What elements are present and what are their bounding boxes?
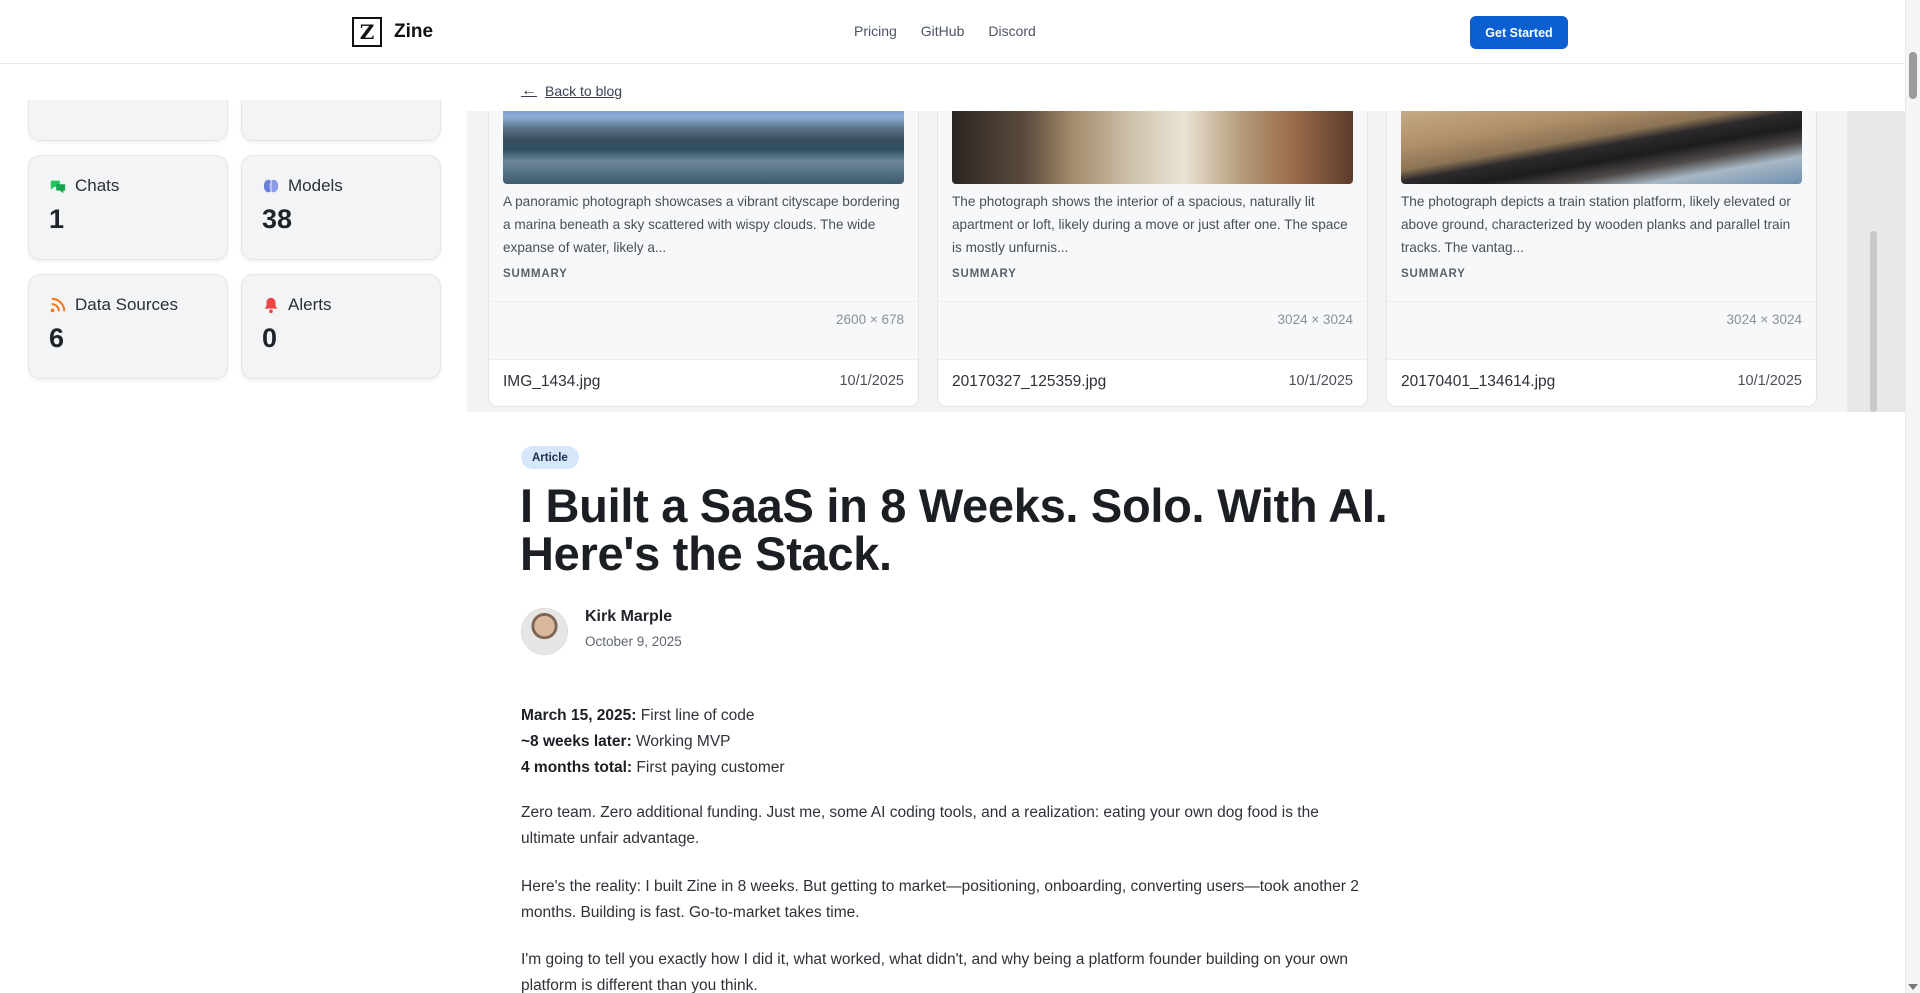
brand-name: Zine [394,21,434,42]
photo-thumbnail [1401,111,1802,184]
page-scrollbar[interactable] [1905,0,1920,993]
stat-widget-data-sources: Data Sources 6 [28,274,228,379]
chat-icon [50,180,66,194]
rss-icon [50,297,66,313]
gallery-card: A panoramic photograph showcases a vibra… [488,111,919,407]
photo-description: A panoramic photograph showcases a vibra… [503,194,900,255]
summary-label: SUMMARY [1401,268,1466,280]
article-paragraph: Zero team. Zero additional funding. Just… [521,804,1319,847]
file-name: 20170401_134614.jpg [1401,373,1556,390]
publish-date: October 9, 2025 [585,634,682,649]
summary-label: SUMMARY [503,268,568,280]
top-navigation-bar: Z Zine Pricing GitHub Discord Get Starte… [0,0,1905,64]
widget-label: Data Sources [75,295,178,314]
brand[interactable]: Z Zine [352,17,433,47]
gallery-card: The photograph shows the interior of a s… [937,111,1368,407]
widget-value: 38 [262,204,293,234]
zine-logo-icon: Z [352,17,382,47]
timeline-item: ~8 weeks later: Working MVP [521,733,731,750]
nav-link-pricing[interactable]: Pricing [854,23,897,39]
main-nav: Pricing GitHub Discord [854,23,1036,39]
scrollbar-thumb[interactable] [1909,52,1917,99]
bell-icon [264,297,278,314]
author-avatar [521,608,568,655]
file-date: 10/1/2025 [1737,373,1802,389]
photo-thumbnail [503,111,904,184]
photo-thumbnail [952,111,1353,184]
timeline-list: March 15, 2025: First line of code ~8 we… [521,703,785,781]
file-date: 10/1/2025 [839,373,904,389]
article-paragraph: I'm going to tell you exactly how I did … [521,951,1349,993]
file-date: 10/1/2025 [1288,373,1353,389]
stat-widget-chats: Chats 1 [28,155,228,260]
file-name: 20170327_125359.jpg [952,373,1107,390]
widget-value: 6 [49,323,65,353]
widget-label: Alerts [288,295,332,314]
brain-icon [263,179,279,193]
stat-widget-models: Models 38 [241,155,441,260]
widget-label: Chats [75,176,120,195]
gallery-card: The photograph depicts a train station p… [1386,111,1817,407]
stat-widget-alerts: Alerts 0 [241,274,441,379]
photo-description: The photograph depicts a train station p… [1401,194,1791,255]
article-category-badge: Article [521,446,579,469]
photo-dimensions: 3024 × 3024 [1726,312,1802,327]
summary-label: SUMMARY [952,268,1017,280]
article-title: I Built a SaaS in 8 Weeks. Solo. With AI… [520,479,1388,580]
back-to-blog-link[interactable]: ← Back to blog [521,82,622,100]
widget-value: 1 [49,204,65,234]
author-name: Kirk Marple [585,608,673,625]
photo-dimensions: 2600 × 678 [836,312,904,327]
timeline-item: March 15, 2025: First line of code [521,707,755,724]
nav-link-discord[interactable]: Discord [988,23,1035,39]
arrow-left-icon: ← [521,82,537,99]
widget-value: 0 [262,323,278,353]
embedded-scrollbar [1847,111,1905,412]
scroll-down-arrow-icon[interactable] [1908,984,1918,990]
get-started-button[interactable]: Get Started [1470,16,1568,49]
nav-link-github[interactable]: GitHub [921,23,965,39]
stat-widget-cropped [28,100,228,141]
timeline-item: 4 months total: First paying customer [521,759,785,776]
photo-description: The photograph shows the interior of a s… [952,194,1348,255]
hero-gallery-image: A panoramic photograph showcases a vibra… [467,111,1905,412]
widget-label: Models [288,176,343,195]
stat-widget-cropped [241,100,441,141]
file-name: IMG_1434.jpg [503,373,601,390]
back-link-label: Back to blog [545,83,623,99]
photo-dimensions: 3024 × 3024 [1277,312,1353,327]
article-paragraph: Here's the reality: I built Zine in 8 we… [521,878,1359,921]
